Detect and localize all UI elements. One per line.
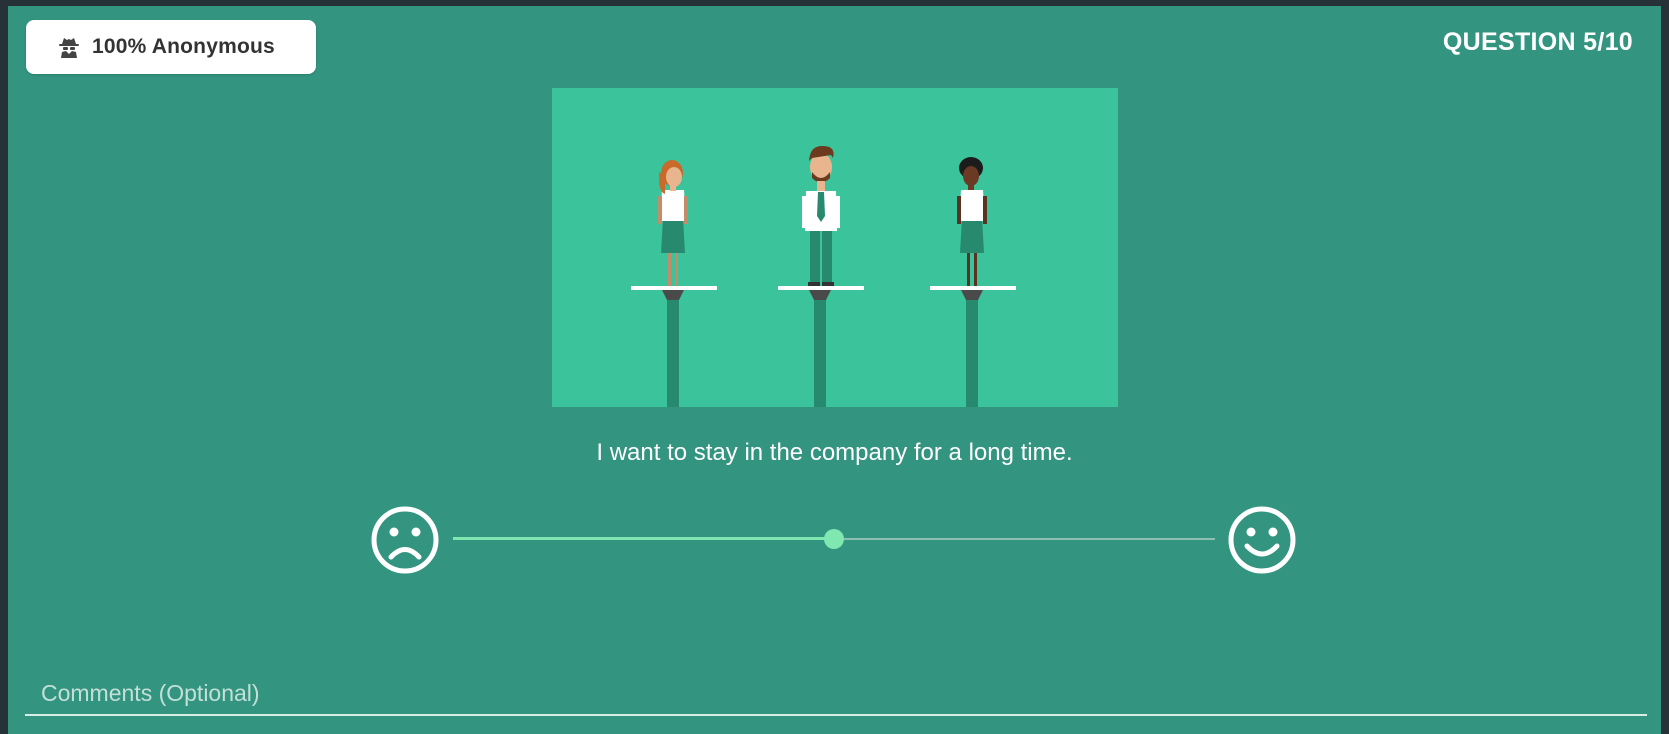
question-text: I want to stay in the company for a long… xyxy=(596,439,1073,466)
question-illustration xyxy=(552,88,1118,407)
slider-fill xyxy=(453,537,834,540)
survey-panel: 100% Anonymous QUESTION 5/10 I want to s… xyxy=(8,6,1661,734)
slider-thumb[interactable] xyxy=(824,529,844,549)
rating-slider[interactable] xyxy=(453,528,1215,550)
comments-input[interactable] xyxy=(25,676,1647,716)
person-woman-dark-hair-figure xyxy=(930,157,1016,407)
question-counter: QUESTION 5/10 xyxy=(1442,28,1633,56)
person-woman-red-hair-figure xyxy=(631,160,717,407)
spy-icon xyxy=(56,34,82,60)
happy-face-icon[interactable] xyxy=(1226,504,1298,576)
sad-face-icon[interactable] xyxy=(369,504,441,576)
person-man-tie-figure xyxy=(778,145,864,407)
anonymous-badge: 100% Anonymous xyxy=(26,20,316,74)
anonymous-badge-label: 100% Anonymous xyxy=(92,35,275,58)
